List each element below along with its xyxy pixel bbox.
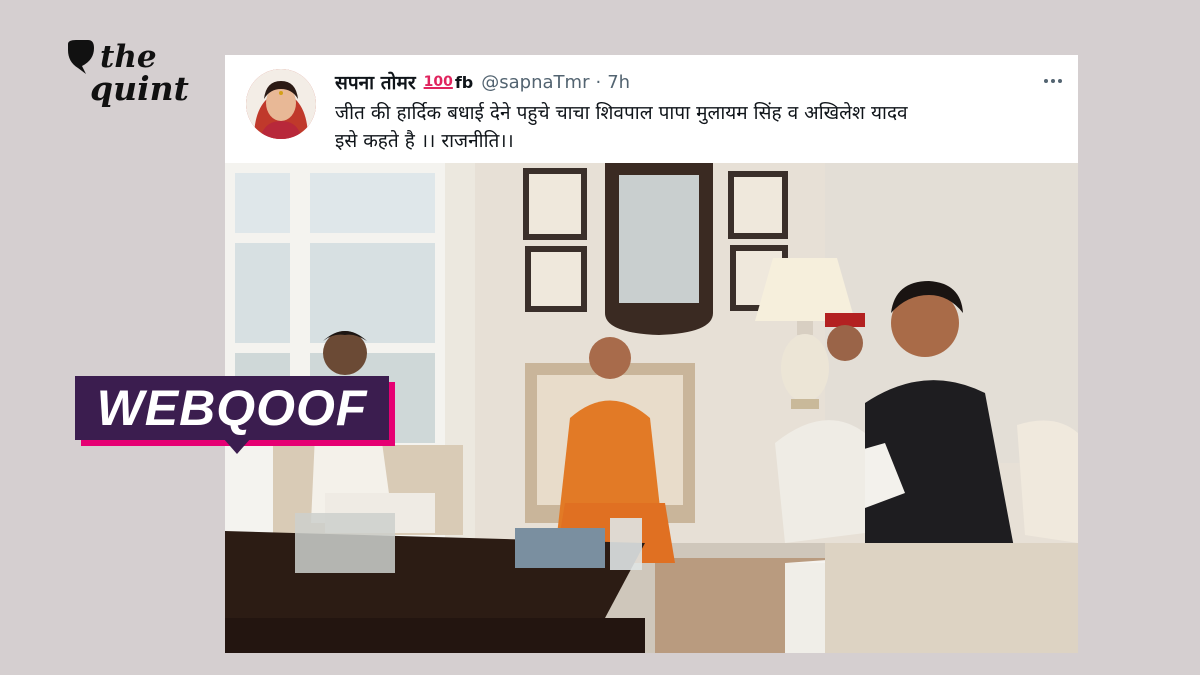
tweet-header: सपना तोमर 100 fb @sapnaTmr · 7h जीत की ह…	[225, 55, 1078, 163]
hundred-points-icon: 100	[423, 74, 453, 90]
name-suffix: fb	[454, 72, 474, 92]
separator-dot: ·	[595, 71, 602, 93]
avatar[interactable]	[246, 69, 316, 139]
the-quint-logo: the quint	[66, 40, 196, 120]
tweet-card: सपना तोमर 100 fb @sapnaTmr · 7h जीत की ह…	[225, 55, 1078, 653]
display-name[interactable]: सपना तोमर	[335, 69, 416, 95]
webqoof-label: WEBQOOF	[96, 380, 368, 436]
webqoof-badge-tail	[223, 438, 251, 454]
tweet-timestamp[interactable]: 7h	[607, 72, 630, 93]
webqoof-badge-box: WEBQOOF	[75, 376, 389, 440]
logo-text-quint: quint	[90, 69, 189, 108]
user-handle[interactable]: @sapnaTmr	[481, 72, 589, 93]
tweet-text-line-1: जीत की हार्दिक बधाई देने पहुचे चाचा शिवप…	[335, 102, 908, 124]
more-horizontal-icon[interactable]	[1040, 71, 1066, 91]
tweet-text-line-2: इसे कहते है ।। राजनीति।।	[335, 130, 514, 152]
tweet-text: जीत की हार्दिक बधाई देने पहुचे चाचा शिवप…	[335, 99, 1065, 155]
webqoof-badge: WEBQOOF	[75, 376, 395, 454]
tweet-author-row: सपना तोमर 100 fb @sapnaTmr · 7h	[335, 69, 630, 95]
